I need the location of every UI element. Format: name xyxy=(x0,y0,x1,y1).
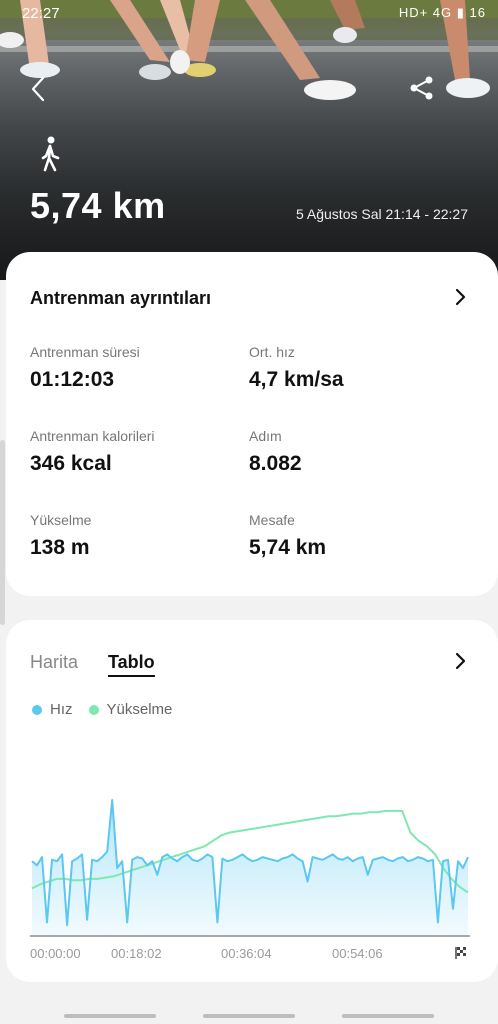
status-bar: 22:27 HD+ 4G ▮ 16 xyxy=(0,0,498,28)
runners-photo xyxy=(0,0,498,100)
stat-elevation: Yükselme 138 m xyxy=(30,512,91,560)
nav-back-button[interactable] xyxy=(342,1014,434,1018)
status-time: 22:27 xyxy=(22,5,60,22)
chevron-right-icon[interactable] xyxy=(452,288,468,306)
details-title: Antrenman ayrıntıları xyxy=(30,288,212,308)
x-tick-label: 00:18:02 xyxy=(111,946,162,961)
chevron-left-icon xyxy=(31,76,45,102)
navigation-bar xyxy=(0,1004,498,1024)
workout-hero-banner: 22:27 HD+ 4G ▮ 16 5,74 km 5 Ağustos Sal … xyxy=(0,0,498,280)
x-tick-label: 00:00:00 xyxy=(30,946,81,961)
stat-label: Mesafe xyxy=(249,512,295,528)
stat-value: 4,7 km/sa xyxy=(249,368,344,391)
stat-value: 346 kcal xyxy=(30,452,112,475)
checkered-flag-icon xyxy=(455,947,466,959)
stat-avg-speed: Ort. hız 4,7 km/sa xyxy=(249,344,344,392)
stat-value: 138 m xyxy=(30,536,90,559)
share-button[interactable] xyxy=(408,74,436,102)
workout-details-card: Antrenman ayrıntıları Antrenman süresi 0… xyxy=(6,252,498,596)
stat-duration: Antrenman süresi 01:12:03 xyxy=(30,344,140,392)
stat-distance: Mesafe 5,74 km xyxy=(249,512,326,560)
stat-steps: Adım 8.082 xyxy=(249,428,302,476)
speed-area xyxy=(32,800,468,936)
stat-label: Adım xyxy=(249,428,282,444)
stat-calories: Antrenman kalorileri 346 kcal xyxy=(30,428,155,476)
status-indicators: HD+ 4G ▮ 16 xyxy=(398,5,486,20)
stat-label: Yükselme xyxy=(30,512,92,528)
nav-home-button[interactable] xyxy=(203,1014,295,1018)
back-button[interactable] xyxy=(24,74,54,104)
total-distance: 5,74 km xyxy=(30,185,166,226)
stat-label: Ort. hız xyxy=(249,344,295,360)
stat-label: Antrenman süresi xyxy=(30,344,140,360)
walking-icon xyxy=(36,136,66,172)
stat-value: 01:12:03 xyxy=(30,368,115,391)
edge-panel-handle[interactable] xyxy=(0,440,5,625)
x-tick-label: 00:54:06 xyxy=(332,946,383,961)
nav-recent-button[interactable] xyxy=(64,1014,156,1018)
share-icon xyxy=(410,76,433,100)
x-tick-label: 00:36:04 xyxy=(221,946,272,961)
speed-elevation-chart xyxy=(30,799,470,937)
stat-value: 5,74 km xyxy=(249,536,327,559)
stat-value: 8.082 xyxy=(249,452,302,475)
stat-label: Antrenman kalorileri xyxy=(30,428,155,444)
chart-card: Harita Tablo Hız Yükselme 00:00:00 00:18… xyxy=(6,620,498,982)
workout-date-range: 5 Ağustos Sal 21:14 - 22:27 xyxy=(295,206,468,222)
